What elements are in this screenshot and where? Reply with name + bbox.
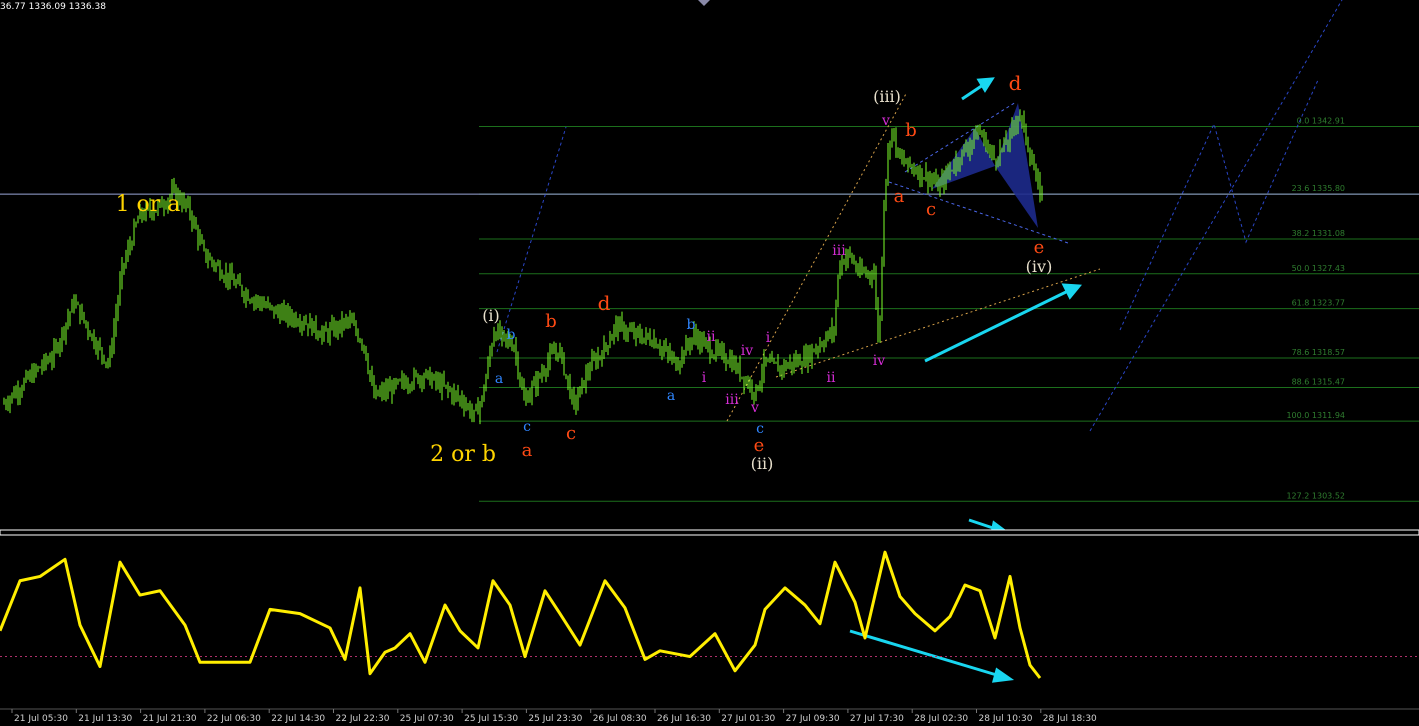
time-label: 27 Jul 01:30 xyxy=(721,714,775,724)
wave-label: v xyxy=(750,400,759,416)
wave-label: d xyxy=(1009,71,1022,95)
wave-label: ii xyxy=(707,329,716,345)
wave-label: b xyxy=(507,327,516,343)
time-label: 21 Jul 21:30 xyxy=(143,714,197,724)
wave-label: (iv) xyxy=(1026,257,1053,276)
projection-channel[interactable] xyxy=(496,0,1343,432)
fib-level-label: 88.6 1315.47 xyxy=(1292,378,1345,387)
wave-label: b xyxy=(687,317,696,333)
time-label: 28 Jul 10:30 xyxy=(979,714,1033,724)
wave-label: a xyxy=(894,186,905,207)
time-label: 22 Jul 14:30 xyxy=(271,714,325,724)
candlestick-series xyxy=(3,109,1043,425)
time-label: 25 Jul 15:30 xyxy=(464,714,518,724)
time-label: 25 Jul 23:30 xyxy=(528,714,582,724)
time-label: 26 Jul 16:30 xyxy=(657,714,711,724)
time-label: 22 Jul 22:30 xyxy=(336,714,390,724)
trend-line-upper xyxy=(726,91,908,422)
wave-label: i xyxy=(702,370,707,386)
price-chart[interactable]: 0.0 1342.91 23.6 1335.80 38.2 1331.08 50.0 … xyxy=(0,0,1419,726)
time-label: 27 Jul 09:30 xyxy=(786,714,840,724)
wave-label: c xyxy=(523,419,531,435)
wave-label: iv xyxy=(741,343,753,359)
wave-label: v xyxy=(881,113,890,129)
time-label: 21 Jul 13:30 xyxy=(78,714,132,724)
wave-label: e xyxy=(754,435,765,456)
fib-level-label: 50.0 1327.43 xyxy=(1292,264,1345,273)
wave-label: (ii) xyxy=(751,454,774,473)
fib-level-label: 23.6 1335.80 xyxy=(1292,184,1345,193)
fib-level-label: 38.2 1331.08 xyxy=(1292,229,1345,238)
wave-label: 1 or a xyxy=(116,192,181,217)
fib-level-label: 127.2 1303.52 xyxy=(1286,491,1345,500)
time-label: 22 Jul 06:30 xyxy=(207,714,261,724)
wave-label: iii xyxy=(832,243,846,259)
triangle-line-lower xyxy=(888,181,1069,244)
trend-line-lower xyxy=(775,268,1101,378)
arrow-up-long xyxy=(924,283,1083,363)
time-label: 26 Jul 08:30 xyxy=(593,714,647,724)
wave-label: b xyxy=(545,311,557,332)
wave-label: c xyxy=(566,423,576,444)
wave-label: c xyxy=(756,421,764,437)
time-axis: 21 Jul 05:30 21 Jul 13:30 21 Jul 21:30 22 J… xyxy=(11,709,1097,724)
scroll-indicator-icon xyxy=(698,0,710,6)
time-label: 28 Jul 02:30 xyxy=(914,714,968,724)
arrow-up-small xyxy=(961,77,995,101)
wave-label: iv xyxy=(873,353,885,369)
time-label: 27 Jul 17:30 xyxy=(850,714,904,724)
wave-label: ii xyxy=(827,370,836,386)
fib-level-label: 100.0 1311.94 xyxy=(1286,411,1345,420)
oscillator-pane[interactable] xyxy=(0,550,1419,679)
wave-label: b xyxy=(905,120,917,141)
time-label: 25 Jul 07:30 xyxy=(400,714,454,724)
elliott-wave-labels: 1 or a 2 or b (i) (ii) (iii) (iv) a b c d e a b c d e a b… xyxy=(116,71,1053,473)
pane-separator[interactable] xyxy=(0,529,1419,536)
wave-label: iii xyxy=(725,392,739,408)
wave-label: i xyxy=(766,330,771,346)
wave-label: d xyxy=(598,291,611,315)
wave-label: c xyxy=(926,199,936,220)
wave-label: (iii) xyxy=(873,87,901,106)
wave-label: a xyxy=(667,388,675,404)
fib-level-label: 78.6 1318.57 xyxy=(1292,348,1345,357)
arrow-down-oscillator xyxy=(849,629,1015,683)
wave-label: a xyxy=(522,440,533,461)
oscillator-line xyxy=(0,550,1042,679)
wave-label: 2 or b xyxy=(430,442,496,467)
fib-level-label: 0.0 1342.91 xyxy=(1297,116,1345,125)
time-label: 28 Jul 18:30 xyxy=(1043,714,1097,724)
fib-level-label: 61.8 1323.77 xyxy=(1292,299,1345,308)
wave-label: e xyxy=(1034,237,1045,258)
channel-line-right xyxy=(1089,0,1343,432)
projection-path xyxy=(1119,79,1319,331)
wave-label: (i) xyxy=(482,306,500,325)
time-label: 21 Jul 05:30 xyxy=(14,714,68,724)
wave-label: a xyxy=(495,371,503,387)
